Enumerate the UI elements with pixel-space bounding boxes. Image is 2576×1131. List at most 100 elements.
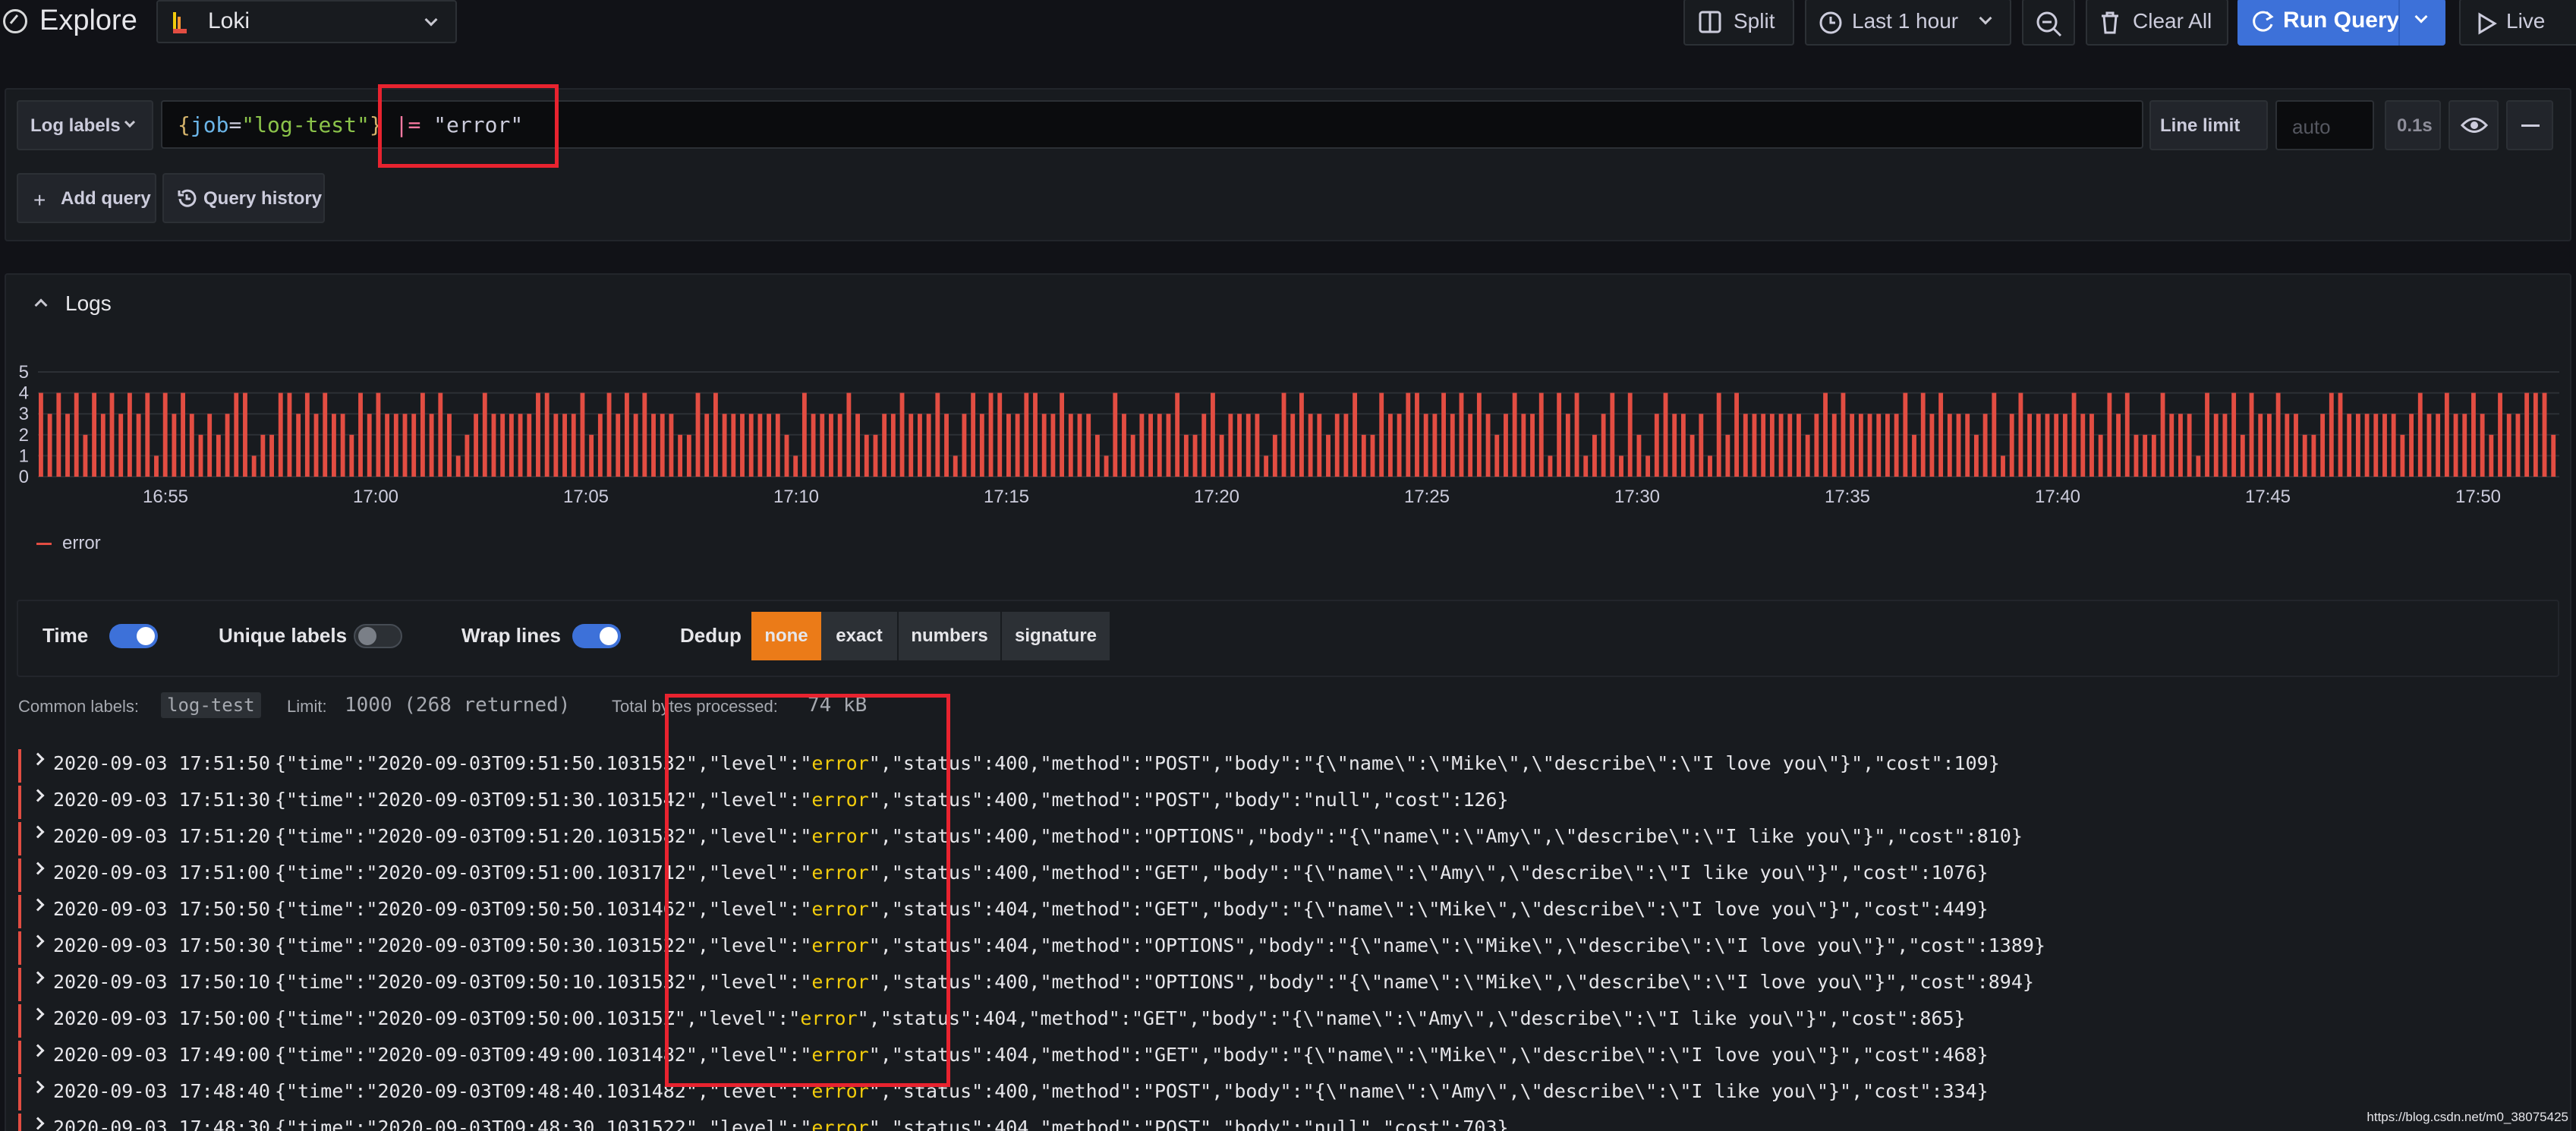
chart-bar [1343, 414, 1349, 477]
chart-bar [278, 392, 283, 477]
expand-chevron-icon[interactable] [31, 898, 45, 912]
log-row[interactable]: 2020-09-03 17:51:30 {"time":"2020-09-03T0… [17, 784, 2567, 821]
log-rows-list: 2020-09-03 17:51:50 {"time":"2020-09-03T0… [17, 748, 2567, 1131]
chart-bar [304, 392, 310, 477]
run-query-options-button[interactable] [2398, 0, 2444, 46]
chart-bar [918, 414, 922, 477]
log-row[interactable]: 2020-09-03 17:50:50 {"time":"2020-09-03T0… [17, 893, 2567, 930]
chart-bar [1512, 392, 1517, 477]
toggle-visibility-button[interactable] [2448, 100, 2499, 150]
chart-bar [65, 414, 70, 477]
time-toggle[interactable] [109, 624, 158, 648]
chart-bar [660, 414, 665, 477]
log-row[interactable]: 2020-09-03 17:51:20 {"time":"2020-09-03T0… [17, 821, 2567, 857]
chart-bar [1548, 455, 1553, 477]
dedup-numbers-button[interactable]: numbers [899, 612, 1000, 660]
wrap-lines-toggle[interactable] [572, 624, 621, 648]
log-row[interactable]: 2020-09-03 17:51:00 {"time":"2020-09-03T0… [17, 857, 2567, 893]
chart-bar [1113, 392, 1118, 477]
expand-chevron-icon[interactable] [31, 971, 45, 985]
log-timestamp: 2020-09-03 17:50:50 [53, 898, 270, 920]
expand-chevron-icon[interactable] [31, 1044, 45, 1057]
chart-bar [100, 414, 105, 477]
chart-bar [633, 414, 638, 477]
clear-all-button[interactable]: Clear All [2086, 0, 2228, 46]
chart-bar [2054, 414, 2059, 477]
x-tick-label: 17:25 [1404, 487, 1450, 507]
chart-bar [127, 392, 132, 477]
chart-bar [1050, 414, 1056, 477]
split-icon [1699, 11, 1721, 33]
chart-bar [1956, 414, 1961, 477]
chart-bar [793, 455, 798, 477]
x-tick-label: 17:00 [353, 487, 398, 507]
chart-bar [1903, 392, 1908, 477]
log-row[interactable]: 2020-09-03 17:50:30 {"time":"2020-09-03T0… [17, 930, 2567, 966]
chart-bar [2178, 414, 2183, 477]
dedup-signature-button[interactable]: signature [1002, 612, 1110, 660]
log-row[interactable]: 2020-09-03 17:51:50 {"time":"2020-09-03T0… [17, 748, 2567, 784]
expand-chevron-icon[interactable] [31, 934, 45, 948]
dedup-exact-button[interactable]: exact [821, 612, 897, 660]
play-icon [2478, 12, 2497, 35]
chart-bar [2027, 414, 2033, 477]
chart-bar [1308, 414, 1313, 477]
chart-bar [829, 414, 833, 477]
query-history-button[interactable]: Query history [162, 173, 325, 223]
chart-bar [846, 392, 852, 477]
chart-bar [474, 414, 479, 477]
chart-bar [1761, 414, 1766, 477]
remove-query-button[interactable] [2506, 100, 2553, 150]
chart-bar [713, 392, 718, 477]
chart-bar [1272, 434, 1277, 477]
expand-chevron-icon[interactable] [31, 825, 45, 839]
expand-chevron-icon[interactable] [31, 789, 45, 802]
expand-chevron-icon[interactable] [31, 1080, 45, 1094]
expand-chevron-icon[interactable] [31, 752, 45, 766]
split-button[interactable]: Split [1683, 0, 1794, 46]
chart-bar [2462, 414, 2467, 477]
log-level-indicator [18, 1004, 21, 1038]
log-row[interactable]: 2020-09-03 17:48:30 {"time":"2020-09-03T0… [17, 1112, 2567, 1131]
chart-bar [172, 414, 177, 477]
y-tick-label: 0 [19, 467, 29, 487]
expand-chevron-icon[interactable] [31, 1117, 45, 1130]
log-line: {"time":"2020-09-03T09:50:50.1031462","l… [275, 898, 1989, 920]
chart-bar [207, 414, 213, 477]
chart-bar [358, 392, 363, 477]
chart-bar [1610, 392, 1615, 477]
datasource-picker[interactable]: Loki [156, 0, 457, 43]
chart-bar [616, 414, 621, 477]
line-limit-input[interactable]: auto [2275, 100, 2374, 150]
chart-bar [625, 392, 629, 477]
unique-labels-toggle[interactable] [354, 624, 402, 648]
chart-bar [1015, 414, 1020, 477]
log-labels-button[interactable]: Log labels [17, 100, 153, 150]
log-row[interactable]: 2020-09-03 17:48:40 {"time":"2020-09-03T0… [17, 1076, 2567, 1112]
zoom-out-button[interactable] [2022, 0, 2075, 46]
x-tick-label: 17:35 [1825, 487, 1870, 507]
chart-bar [269, 434, 274, 477]
dedup-none-button[interactable]: none [751, 612, 821, 660]
page-title: Explore [39, 5, 137, 36]
chart-bar [2338, 392, 2343, 477]
chart-bar [695, 392, 701, 477]
chart-bar [527, 414, 532, 477]
legend-label-error[interactable]: error [62, 533, 101, 554]
chart-bar [1769, 414, 1775, 477]
chart-bar [2551, 434, 2556, 477]
loki-logo-icon [173, 12, 187, 33]
live-button[interactable]: Live [2459, 0, 2576, 46]
time-range-picker[interactable]: Last 1 hour [1805, 0, 2011, 46]
annotation-box-level-column [665, 694, 950, 1087]
chart-bar [189, 414, 194, 477]
expand-chevron-icon[interactable] [31, 1007, 45, 1021]
log-row[interactable]: 2020-09-03 17:50:00 {"time":"2020-09-03T0… [17, 1003, 2567, 1039]
log-row[interactable]: 2020-09-03 17:49:00 {"time":"2020-09-03T0… [17, 1039, 2567, 1076]
expand-chevron-icon[interactable] [31, 862, 45, 875]
chart-bar [678, 434, 683, 477]
x-tick-label: 17:50 [2455, 487, 2501, 507]
chart-bar [1255, 414, 1260, 477]
log-row[interactable]: 2020-09-03 17:50:10 {"time":"2020-09-03T0… [17, 966, 2567, 1003]
add-query-button[interactable]: + Add query [17, 173, 156, 223]
